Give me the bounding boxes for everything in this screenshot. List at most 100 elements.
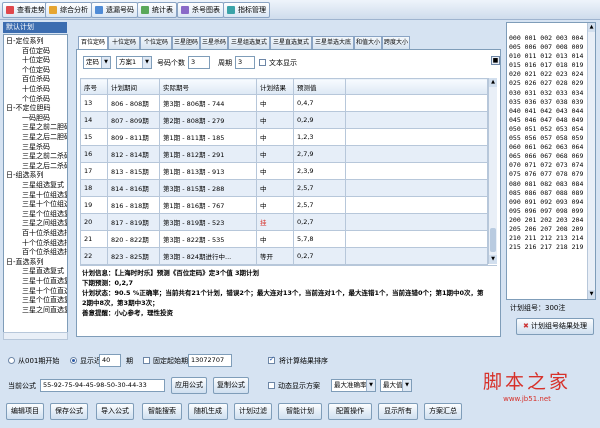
from-start-radio[interactable] — [8, 357, 15, 364]
table-row[interactable]: 22 823 - 825期 第3期 - 824期进行中... 等开 0,2,7 — [80, 247, 488, 265]
arrow-up-icon[interactable]: ▲ — [588, 23, 595, 32]
period-input[interactable]: 3 — [235, 56, 255, 69]
col-plan-period[interactable]: 计划期间 — [107, 78, 160, 95]
bottom-button-8[interactable]: 显示所有 — [378, 403, 418, 420]
tree-item[interactable]: 百十位杀组选拍 — [22, 229, 67, 238]
table-row[interactable]: 18 814 - 816期 第3期 - 815期 - 288 中 2,5,7 — [80, 179, 488, 197]
tree-hscroll[interactable] — [3, 332, 68, 340]
toolbar-stats-button[interactable]: 统计表 — [137, 2, 177, 18]
tree-item[interactable]: 三星组选复式 — [22, 181, 64, 190]
arrow-down-icon[interactable]: ▼ — [588, 290, 595, 299]
reverse-sort-label: 将计算结果排序 — [279, 357, 328, 365]
bottom-button-1[interactable]: 保存公式 — [50, 403, 88, 420]
close-icon[interactable]: ■ — [491, 56, 500, 65]
toolbar-trend-button[interactable]: 查看走势 — [2, 2, 49, 18]
tree-item[interactable]: 三星直选复式 — [22, 267, 64, 276]
tree-group[interactable]: 日-组选系列 — [6, 171, 44, 180]
tree-item[interactable]: 十个位杀组选拍 — [22, 239, 67, 248]
arrow-up-icon[interactable]: ▲ — [489, 78, 497, 87]
tab-7[interactable]: 三星单选大底 — [312, 36, 354, 49]
table-row[interactable]: 16 812 - 814期 第1期 - 812期 - 291 中 2,7,9 — [80, 145, 488, 163]
bottom-button-7[interactable]: 配置操作 — [328, 403, 372, 420]
arrow-down-icon[interactable]: ▼ — [489, 255, 497, 264]
tab-0[interactable]: 百位定码 — [78, 36, 108, 50]
fixed-start-checkbox[interactable] — [143, 357, 150, 364]
recent-radio[interactable] — [70, 357, 77, 364]
max-rate-select[interactable]: 最大准确率 ▼ — [331, 379, 376, 392]
tree-item[interactable]: 三星个位组选复 — [22, 210, 67, 219]
missing-icon — [95, 6, 103, 14]
numbers-vscroll[interactable]: ▲ ▼ — [587, 23, 595, 299]
reverse-sort-checkbox[interactable]: ✓ — [268, 355, 275, 364]
tree-item[interactable]: 十位定码 — [22, 56, 50, 65]
bottom-button-3[interactable]: 智能搜索 — [142, 403, 182, 420]
tree-item[interactable]: 个位定码 — [22, 66, 50, 75]
tree-item[interactable]: 三星之后二杀码 — [22, 162, 67, 171]
tree-item[interactable]: 三星之前二胆码 — [22, 123, 67, 132]
bottom-button-5[interactable]: 计划过滤 — [234, 403, 272, 420]
tree-item[interactable]: 百位定码 — [22, 47, 50, 56]
apply-formula-button[interactable]: 应用公式 — [171, 377, 207, 394]
tree-item[interactable]: 三星之间直选复 — [22, 306, 67, 315]
recent-input[interactable]: 40 — [99, 354, 121, 367]
scroll-thumb[interactable] — [490, 228, 496, 252]
tab-1[interactable]: 十位定码 — [108, 36, 140, 49]
formula-input[interactable]: 55-92-75-94-45-98-50-30-44-33 — [40, 379, 165, 392]
tab-4[interactable]: 三星杀码 — [200, 36, 228, 49]
toolbar-kill-chart-button[interactable]: 杀号图表 — [177, 2, 224, 18]
table-row[interactable]: 15 809 - 811期 第1期 - 811期 - 185 中 1,2,3 — [80, 128, 488, 146]
bottom-button-9[interactable]: 方案汇总 — [424, 403, 462, 420]
tree-item[interactable]: 三星杀码 — [22, 143, 50, 152]
tree-item[interactable]: 三星之间组选复 — [22, 219, 67, 228]
max-value-select[interactable]: 最大值 ▼ — [380, 379, 412, 392]
tree-item[interactable]: 一码胆码 — [22, 114, 50, 123]
toolbar-analysis-button[interactable]: 综合分析 — [45, 2, 92, 18]
scheme-select[interactable]: 方案1 ▼ — [116, 56, 152, 69]
tree-item[interactable]: 三星之前二杀码 — [22, 152, 67, 161]
tab-2[interactable]: 个位定码 — [140, 36, 172, 49]
table-row[interactable]: 13 806 - 808期 第3期 - 806期 - 744 中 0,4,7 — [80, 94, 488, 112]
tree-item[interactable]: 三星十个位直选 — [22, 287, 67, 296]
text-show-checkbox[interactable] — [259, 59, 266, 66]
process-results-button[interactable]: ✖ 计划组号结果处理 — [516, 318, 594, 335]
tab-3[interactable]: 三星胆码 — [172, 36, 200, 49]
table-row[interactable]: 20 817 - 819期 第3期 - 819期 - 523 挂 0,2,7 — [80, 213, 488, 231]
tab-8[interactable]: 和值大小 — [354, 36, 382, 49]
fixed-start-input[interactable]: 13072707 — [188, 354, 232, 367]
tree-item[interactable]: 三星十位组选复 — [22, 191, 67, 200]
tree-item[interactable]: 个位杀码 — [22, 95, 50, 104]
table-row[interactable]: 17 813 - 815期 第1期 - 813期 - 913 中 2,3,9 — [80, 162, 488, 180]
tab-5[interactable]: 三星组选复式 — [228, 36, 270, 49]
count-input[interactable]: 3 — [188, 56, 210, 69]
tree-item[interactable]: 十位杀码 — [22, 85, 50, 94]
table-row[interactable]: 14 807 - 809期 第2期 - 808期 - 279 中 0,2,9 — [80, 111, 488, 129]
table-row[interactable]: 21 820 - 822期 第3期 - 822期 - 535 中 5,7,8 — [80, 230, 488, 248]
col-index[interactable]: 序号 — [80, 78, 108, 95]
bottom-button-0[interactable]: 编辑项目 — [6, 403, 44, 420]
tree-group[interactable]: 日-不定位胆码 — [6, 104, 51, 113]
dynamic-show-checkbox[interactable] — [268, 382, 275, 389]
left-panel-header[interactable]: 默认计划 — [3, 22, 67, 33]
bottom-button-4[interactable]: 随机生成 — [188, 403, 228, 420]
tree-item[interactable]: 三星个位直选复 — [22, 296, 67, 305]
col-forecast[interactable]: 预测值 — [293, 78, 346, 95]
toolbar-indicator-button[interactable]: 指标管理 — [223, 2, 270, 18]
tree-item[interactable]: 三星十个位组选 — [22, 200, 67, 209]
col-plan-result[interactable]: 计划结果 — [256, 78, 294, 95]
copy-formula-button[interactable]: 复制公式 — [213, 377, 249, 394]
tree-item[interactable]: 百位杀码 — [22, 75, 50, 84]
tree-group[interactable]: 日-直选系列 — [6, 258, 44, 267]
col-actual-period[interactable]: 实际期号 — [159, 78, 257, 95]
tree-item[interactable]: 三星十位直选复 — [22, 277, 67, 286]
bottom-button-6[interactable]: 智能计划 — [278, 403, 322, 420]
tree-item[interactable]: 百个位杀组选拍 — [22, 248, 67, 257]
table-row[interactable]: 19 816 - 818期 第1期 - 816期 - 767 中 2,5,7 — [80, 196, 488, 214]
table-vscroll[interactable]: ▲ ▼ — [488, 78, 497, 264]
tab-6[interactable]: 三星直选复式 — [270, 36, 312, 49]
tree-group[interactable]: 日-定位系列 — [6, 37, 44, 46]
type-select[interactable]: 定码 ▼ — [83, 56, 111, 69]
tree-item[interactable]: 三星之后二胆码 — [22, 133, 67, 142]
toolbar-missing-button[interactable]: 遗漏号码 — [91, 2, 138, 18]
bottom-button-2[interactable]: 导入公式 — [96, 403, 134, 420]
tab-9[interactable]: 跨度大小 — [382, 36, 410, 49]
